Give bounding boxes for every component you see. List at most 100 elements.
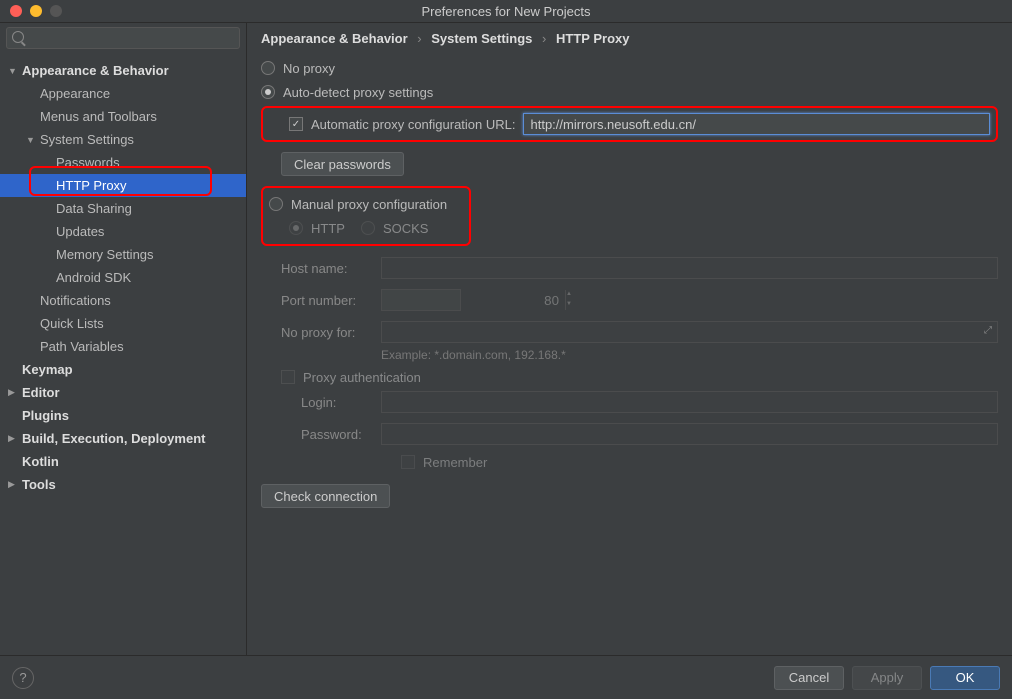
tree-notifications[interactable]: Notifications (0, 289, 246, 312)
radio-label: Manual proxy configuration (291, 197, 447, 212)
window-controls (0, 5, 62, 17)
form-label: No proxy for: (281, 325, 381, 340)
checkbox-remember (401, 455, 415, 469)
tree-tools[interactable]: ▶Tools (0, 473, 246, 496)
radio-auto-detect[interactable]: Auto-detect proxy settings (261, 80, 998, 104)
login-input (381, 391, 998, 413)
radio-http: HTTP (289, 216, 345, 240)
checkbox-label: Proxy authentication (303, 370, 421, 385)
clear-passwords-button[interactable]: Clear passwords (281, 152, 404, 176)
radio-manual[interactable]: Manual proxy configuration (269, 192, 463, 216)
tree-android-sdk[interactable]: Android SDK (0, 266, 246, 289)
annotation-highlight: Manual proxy configuration HTTP SOCKS (261, 186, 471, 246)
radio-no-proxy[interactable]: No proxy (261, 56, 998, 80)
settings-tree: ▼ Appearance & Behavior Appearance Menus… (0, 53, 246, 655)
tree-label: Appearance & Behavior (22, 63, 169, 78)
tree-appearance-behavior[interactable]: ▼ Appearance & Behavior (0, 59, 246, 82)
tree-label: Editor (22, 385, 60, 400)
tree-label: Appearance (40, 86, 110, 101)
chevron-right-icon: › (536, 31, 552, 46)
tree-path-variables[interactable]: Path Variables (0, 335, 246, 358)
spinner: ▲ ▼ (565, 290, 572, 310)
port-input (382, 290, 565, 310)
host-name-row: Host name: (281, 252, 998, 284)
http-proxy-panel: No proxy Auto-detect proxy settings ✓ Au… (247, 56, 1012, 655)
search-icon (12, 31, 24, 43)
password-input (381, 423, 998, 445)
tree-build[interactable]: ▶Build, Execution, Deployment (0, 427, 246, 450)
tree-updates[interactable]: Updates (0, 220, 246, 243)
tree-editor[interactable]: ▶Editor (0, 381, 246, 404)
breadcrumb: Appearance & Behavior › System Settings … (247, 23, 1012, 56)
port-number-stepper: ▲ ▼ (381, 289, 461, 311)
chevron-down-icon: ▼ (26, 135, 40, 145)
chevron-right-icon: ▶ (8, 479, 22, 490)
tree-passwords[interactable]: Passwords (0, 151, 246, 174)
spin-up-icon: ▲ (566, 290, 572, 300)
tree-quick-lists[interactable]: Quick Lists (0, 312, 246, 335)
manual-settings: Host name: Port number: ▲ ▼ (261, 248, 998, 474)
remember-row: Remember (301, 450, 998, 474)
tree-label: System Settings (40, 132, 134, 147)
chevron-right-icon: ▶ (8, 433, 22, 444)
radio-label: No proxy (283, 61, 335, 76)
tree-keymap[interactable]: Keymap (0, 358, 246, 381)
auto-url-row: ✓ Automatic proxy configuration URL: (269, 112, 990, 136)
check-connection-row: Check connection (261, 474, 998, 508)
breadcrumb-item[interactable]: System Settings (431, 31, 532, 46)
tree-system-settings[interactable]: ▼ System Settings (0, 128, 246, 151)
ok-button[interactable]: OK (930, 666, 1000, 690)
tree-label: Notifications (40, 293, 111, 308)
maximize-icon (50, 5, 62, 17)
tree-label: Path Variables (40, 339, 124, 354)
sidebar: ▼ Appearance & Behavior Appearance Menus… (0, 23, 247, 655)
tree-http-proxy[interactable]: HTTP Proxy (0, 174, 246, 197)
minimize-icon[interactable] (30, 5, 42, 17)
chevron-right-icon: › (411, 31, 427, 46)
expand-icon: ⤢ (984, 325, 992, 336)
auto-url-input[interactable] (523, 113, 990, 135)
radio-socks: SOCKS (361, 216, 429, 240)
radio-label: Auto-detect proxy settings (283, 85, 433, 100)
password-row: Password: (301, 418, 998, 450)
tree-label: Updates (56, 224, 104, 239)
radio-icon (261, 61, 275, 75)
chevron-right-icon: ▶ (8, 387, 22, 398)
clear-passwords-row: Clear passwords (261, 144, 998, 184)
tree-label: HTTP Proxy (56, 178, 127, 193)
radio-icon (269, 197, 283, 211)
tree-data-sharing[interactable]: Data Sharing (0, 197, 246, 220)
help-button[interactable]: ? (12, 667, 34, 689)
tree-label: Tools (22, 477, 56, 492)
tree-label: Passwords (56, 155, 120, 170)
tree-label: Plugins (22, 408, 69, 423)
cancel-button[interactable]: Cancel (774, 666, 844, 690)
tree-kotlin[interactable]: Kotlin (0, 450, 246, 473)
tree-plugins[interactable]: Plugins (0, 404, 246, 427)
form-label: Login: (301, 395, 381, 410)
close-icon[interactable] (10, 5, 22, 17)
no-proxy-for-row: No proxy for: ⤢ (281, 316, 998, 348)
search-wrap (0, 23, 246, 53)
tree-label: Kotlin (22, 454, 59, 469)
check-connection-button[interactable]: Check connection (261, 484, 390, 508)
titlebar: Preferences for New Projects (0, 0, 1012, 22)
apply-button[interactable]: Apply (852, 666, 922, 690)
chevron-down-icon: ▼ (8, 66, 22, 76)
tree-menus-toolbars[interactable]: Menus and Toolbars (0, 105, 246, 128)
breadcrumb-item[interactable]: Appearance & Behavior (261, 31, 408, 46)
tree-appearance[interactable]: Appearance (0, 82, 246, 105)
example-text: Example: *.domain.com, 192.168.* (281, 348, 998, 362)
host-name-input (381, 257, 998, 279)
search-input[interactable] (6, 27, 240, 49)
checkbox-proxy-auth (281, 370, 295, 384)
checkbox-auto-url[interactable]: ✓ (289, 117, 303, 131)
tree-label: Keymap (22, 362, 73, 377)
auth-fields: Login: Password: Remember (281, 386, 998, 474)
radio-icon (289, 221, 303, 235)
breadcrumb-item: HTTP Proxy (556, 31, 629, 46)
proxy-auth-row: Proxy authentication (281, 362, 998, 386)
main-panel: Appearance & Behavior › System Settings … (247, 23, 1012, 655)
tree-memory-settings[interactable]: Memory Settings (0, 243, 246, 266)
tree-label: Data Sharing (56, 201, 132, 216)
